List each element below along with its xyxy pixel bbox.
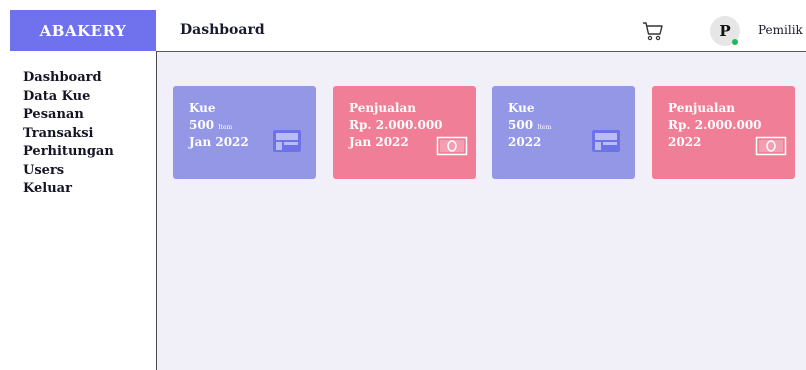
sidebar-item-data-kue[interactable]: Data Kue [23, 88, 156, 107]
card-title: Penjualan [349, 101, 416, 115]
brand-logo[interactable]: ABAKERY [10, 10, 157, 51]
sidebar-item-users[interactable]: Users [23, 162, 156, 181]
online-status-dot [732, 39, 738, 45]
card-title: Kue [189, 101, 216, 115]
card-value: Rp. 2.000.000 [668, 118, 762, 132]
top-header: Dashboard P Pemilik [156, 10, 806, 52]
avatar[interactable]: P [710, 16, 740, 46]
money-icon [436, 136, 468, 156]
card-value-number: 500 [508, 118, 534, 132]
sidebar-menu: Dashboard Data Kue Pesanan Transaksi Per… [10, 51, 156, 199]
card-value: Rp. 2.000.000 [349, 118, 443, 132]
card-unit: Item [218, 124, 233, 131]
box-icon [273, 130, 301, 152]
user-name[interactable]: Pemilik [758, 23, 803, 37]
avatar-initial: P [719, 22, 731, 40]
box-icon [592, 130, 620, 152]
card-unit: Item [537, 124, 552, 131]
sidebar-item-keluar[interactable]: Keluar [23, 180, 156, 199]
stat-card-kue-monthly[interactable]: Kue 500 Item Jan 2022 [173, 86, 316, 179]
page-title: Dashboard [180, 22, 265, 38]
sidebar-item-transaksi[interactable]: Transaksi [23, 125, 156, 144]
sidebar-item-pesanan[interactable]: Pesanan [23, 106, 156, 125]
brand-name: ABAKERY [39, 21, 127, 40]
cart-icon[interactable] [642, 21, 664, 41]
main-content: Kue 500 Item Jan 2022 Penjualan Rp. 2.00… [157, 52, 806, 370]
stat-card-penjualan-monthly[interactable]: Penjualan Rp. 2.000.000 Jan 2022 [333, 86, 476, 179]
card-title: Penjualan [668, 101, 735, 115]
stat-card-penjualan-yearly[interactable]: Penjualan Rp. 2.000.000 2022 [652, 86, 795, 179]
sidebar-item-dashboard[interactable]: Dashboard [23, 69, 156, 88]
sidebar: Dashboard Data Kue Pesanan Transaksi Per… [10, 51, 157, 370]
stat-card-kue-yearly[interactable]: Kue 500 Item 2022 [492, 86, 635, 179]
card-title: Kue [508, 101, 535, 115]
sidebar-item-perhitungan[interactable]: Perhitungan [23, 143, 156, 162]
money-icon [755, 136, 787, 156]
app-window: ABAKERY Dashboard P Pemilik Dashboard Da… [0, 0, 806, 370]
card-value-number: 500 [189, 118, 215, 132]
